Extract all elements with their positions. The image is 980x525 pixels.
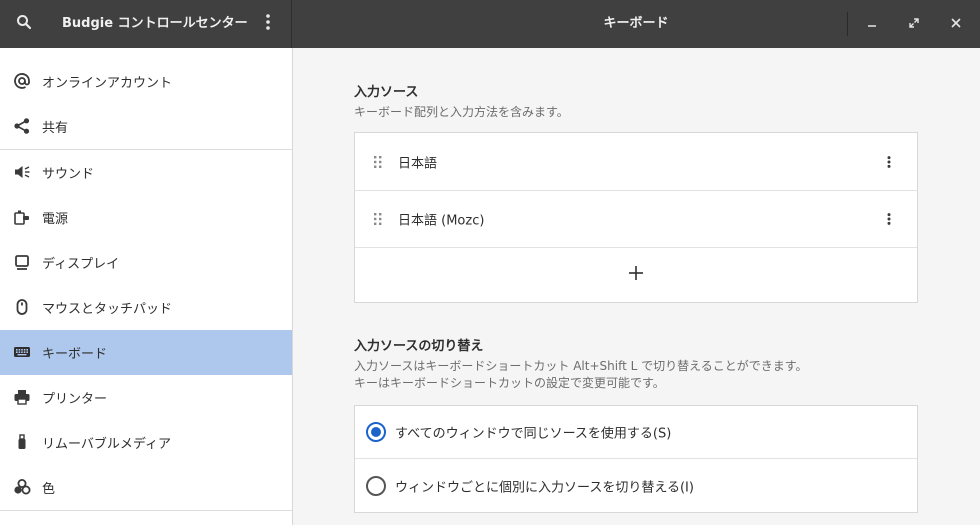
app-title: Budgie コントロールセンター [62,16,248,31]
sidebar-item-label: 共有 [42,121,69,136]
sidebar: オンラインアカウント 共有 サウンド 電源 ディスプレイ マウスとタッチパッド [0,48,293,525]
input-sources-list: 日本語 日本語 (Mozc) [354,132,918,303]
switching-description-line2: キーはキーボードショートカットの設定で変更可能です。 [354,376,665,390]
share-icon [12,116,32,136]
sidebar-item-displays[interactable]: ディスプレイ [0,240,292,285]
vertical-dots-icon [266,14,270,34]
maximize-button[interactable] [900,10,928,38]
sidebar-item-label: オンラインアカウント [42,76,173,91]
color-icon [12,477,32,497]
sidebar-item-label: 色 [42,482,56,497]
radio-same-source[interactable] [366,422,386,442]
input-sources-description: キーボード配列と入力方法を含みます。 [354,105,569,119]
sidebar-item-label: 電源 [42,212,69,227]
switching-title: 入力ソースの切り替え [354,339,484,354]
mouse-icon [12,297,32,317]
sidebar-item-sound[interactable]: サウンド [0,150,292,195]
minimize-button[interactable] [858,10,886,38]
printer-icon [12,387,32,407]
sidebar-divider [0,510,292,511]
main-panel: 入力ソース キーボード配列と入力方法を含みます。 日本語 日本語 (Mozc) [293,48,980,525]
maximize-icon [909,17,919,32]
keyboard-icon [12,342,32,362]
plus-icon [628,265,644,285]
sidebar-item-sharing[interactable]: 共有 [0,104,292,149]
power-plug-icon [12,207,32,227]
monitor-icon [12,252,32,272]
search-icon [16,14,32,34]
input-source-label: 日本語 (Mozc) [398,213,485,229]
sidebar-item-label: サウンド [42,167,95,182]
input-sources-title: 入力ソース [354,85,419,100]
sidebar-item-online-accounts[interactable]: オンラインアカウント [0,59,292,104]
radio-same-source-row[interactable]: すべてのウィンドウで同じソースを使用する(S) [355,406,917,459]
sidebar-item-label: プリンター [42,392,108,407]
input-source-row[interactable]: 日本語 [355,133,917,191]
sidebar-item-mouse-touchpad[interactable]: マウスとタッチパッド [0,285,292,330]
sidebar-item-keyboard[interactable]: キーボード [0,330,292,375]
speaker-icon [12,162,32,182]
sidebar-item-power[interactable]: 電源 [0,195,292,240]
radio-label: すべてのウィンドウで同じソースを使用する(S) [395,426,672,442]
close-icon [951,17,961,32]
radio-label: ウィンドウごとに個別に入力ソースを切り替える(I) [395,480,694,495]
sidebar-header: Budgie コントロールセンター [0,0,292,48]
search-button[interactable] [8,8,40,40]
sidebar-item-label: リムーバブルメディア [42,437,171,452]
header-bar: Budgie コントロールセンター キーボード [0,0,980,48]
switching-options-list: すべてのウィンドウで同じソースを使用する(S) ウィンドウごとに個別に入力ソース… [354,405,918,513]
vertical-dots-icon[interactable] [881,211,897,227]
vertical-dots-icon[interactable] [881,154,897,170]
sidebar-item-label: ディスプレイ [42,257,120,272]
sidebar-item-printers[interactable]: プリンター [0,375,292,420]
add-input-source-button[interactable] [355,248,917,302]
input-source-row[interactable]: 日本語 (Mozc) [355,191,917,248]
usb-stick-icon [12,432,32,452]
switching-description-line1: 入力ソースはキーボードショートカット Alt+Shift L で切り替えることが… [354,359,808,373]
radio-per-window[interactable] [366,475,386,496]
sidebar-item-removable-media[interactable]: リムーバブルメディア [0,420,292,465]
sidebar-item-label: キーボード [42,347,108,362]
at-sign-icon [12,71,32,91]
sidebar-item-color[interactable]: 色 [0,465,292,510]
minimize-icon [867,17,877,32]
header-divider [847,12,848,36]
radio-per-window-row[interactable]: ウィンドウごとに個別に入力ソースを切り替える(I) [355,459,917,512]
input-source-label: 日本語 [398,156,438,171]
drag-handle-icon[interactable] [373,155,383,169]
close-button[interactable] [942,10,970,38]
drag-handle-icon[interactable] [373,212,383,226]
app-menu-button[interactable] [252,8,284,40]
sidebar-item-label: マウスとタッチパッド [42,302,173,317]
